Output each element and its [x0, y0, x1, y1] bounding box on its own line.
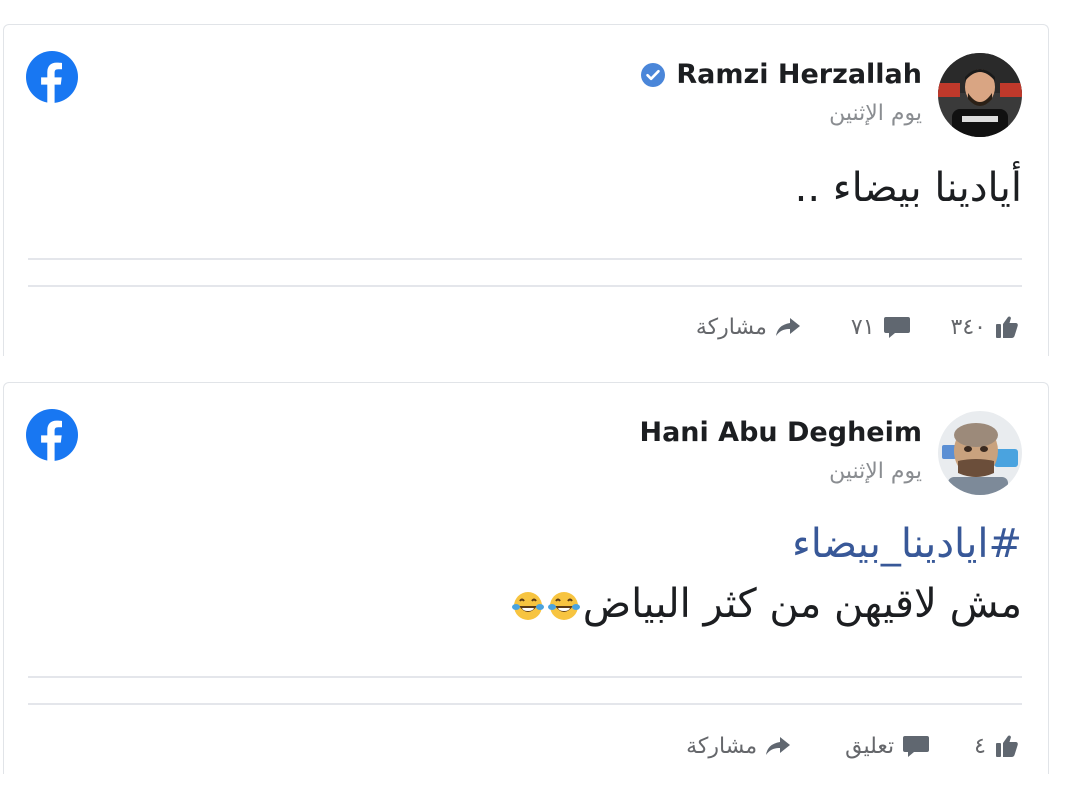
like-icon [996, 316, 1018, 338]
avatar-photo-icon [938, 53, 1022, 137]
like-action[interactable]: ٤ [974, 733, 1020, 759]
post-text: مش لاقيهن من كثر البياض [511, 581, 1022, 627]
emoji-group [511, 589, 581, 623]
divider [28, 285, 1022, 287]
author-name[interactable]: Ramzi Herzallah [676, 59, 922, 90]
facebook-logo-icon[interactable] [26, 409, 78, 461]
post-actions: ٤ تعليق مشاركة [686, 733, 1020, 759]
comment-label: تعليق [845, 733, 895, 759]
avatar[interactable] [938, 53, 1022, 137]
like-action[interactable]: ٣٤٠ [951, 314, 1020, 340]
share-icon [775, 318, 800, 336]
divider [28, 703, 1022, 705]
facebook-logo-icon[interactable] [26, 51, 78, 103]
comment-count: ٧١ [850, 314, 875, 340]
post-actions: ٣٤٠ ٧١ مشاركة [696, 314, 1020, 340]
post-card: Ramzi Herzallah يوم الإثنين أيادينا بيضا… [3, 24, 1049, 356]
tears-of-joy-emoji-icon [511, 592, 544, 620]
author-row: Hani Abu Degheim [639, 417, 922, 448]
like-count: ٣٤٠ [950, 314, 986, 340]
verified-badge-icon [641, 62, 666, 87]
share-action[interactable]: مشاركة [696, 315, 801, 340]
divider [28, 258, 1022, 260]
comment-icon [883, 317, 910, 338]
like-icon [996, 735, 1018, 757]
comment-action[interactable]: ٧١ [851, 314, 911, 340]
share-label: مشاركة [695, 314, 767, 340]
share-action[interactable]: مشاركة [686, 734, 791, 759]
post-text: أيادينا بيضاء .. [794, 165, 1022, 211]
author-name[interactable]: Hani Abu Degheim [639, 417, 922, 448]
share-icon [766, 737, 791, 755]
post-card: Hani Abu Degheim يوم الإثنين #ايادينا_بي… [3, 382, 1049, 774]
post-date[interactable]: يوم الإثنين [829, 101, 922, 126]
post-date[interactable]: يوم الإثنين [829, 459, 922, 484]
share-label: مشاركة [686, 733, 758, 759]
like-count: ٤ [974, 733, 986, 759]
hashtag-link[interactable]: #ايادينا_بيضاء [792, 521, 1022, 567]
avatar-photo-icon [938, 411, 1022, 495]
comment-action[interactable]: تعليق [845, 733, 930, 759]
post-text-body: مش لاقيهن من كثر البياض [582, 581, 1022, 627]
divider [28, 676, 1022, 678]
author-row: Ramzi Herzallah [640, 59, 922, 90]
avatar[interactable] [938, 411, 1022, 495]
comment-icon [903, 736, 930, 757]
tears-of-joy-emoji-icon [547, 592, 580, 620]
